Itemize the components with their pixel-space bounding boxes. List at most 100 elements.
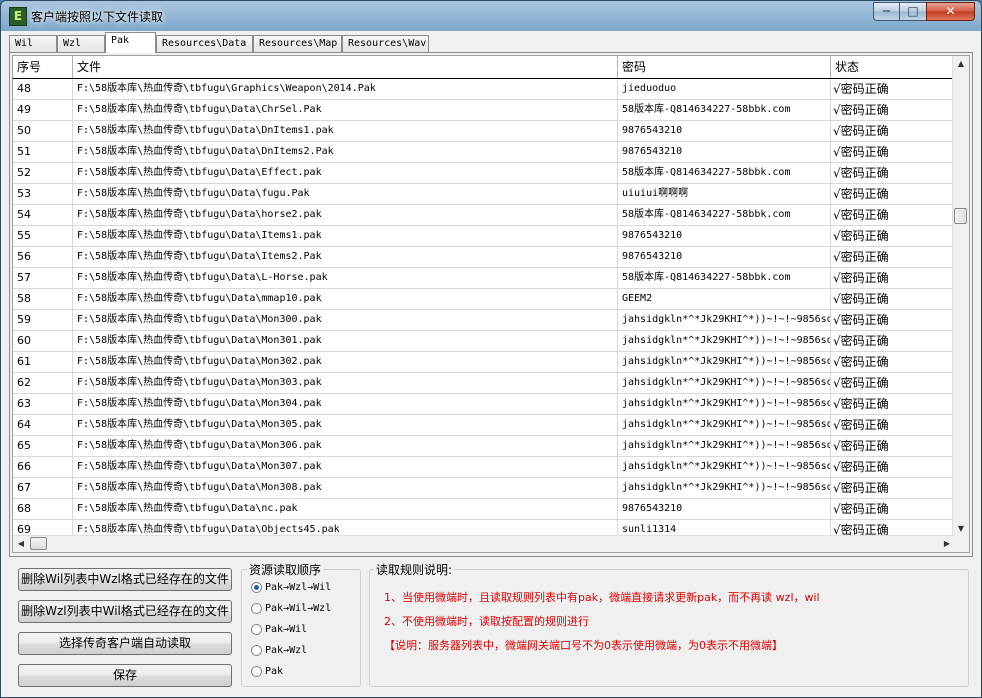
row-file-cell: F:\58版本库\热血传奇\tbfugu\Data\L-Horse.pak (73, 268, 618, 288)
row-index-cell: 57 (13, 268, 73, 288)
table-row[interactable]: 60 F:\58版本库\热血传奇\tbfugu\Data\Mon301.pak ja… (13, 331, 955, 352)
title-bar[interactable]: E 客户端按照以下文件读取 ─ □ ✕ (1, 1, 981, 31)
row-status-cell: √密码正确 (833, 376, 889, 390)
table-row[interactable]: 62 F:\58版本库\热血传奇\tbfugu\Data\Mon303.pak ja… (13, 373, 955, 394)
row-status-cell: √密码正确 (833, 460, 889, 474)
tab-wil[interactable]: Wil (9, 35, 57, 52)
scroll-up-icon[interactable]: ▲ (956, 59, 966, 69)
close-button[interactable]: ✕ (926, 2, 975, 21)
row-index-cell: 52 (13, 163, 73, 183)
scrollbar-corner (953, 536, 969, 552)
table-row[interactable]: 63 F:\58版本库\热血传奇\tbfugu\Data\Mon304.pak ja… (13, 394, 955, 415)
table-row[interactable]: 51 F:\58版本库\热血传奇\tbfugu\Data\DnItems2.Pak… (13, 142, 955, 163)
tab-wzl[interactable]: Wzl (57, 35, 105, 52)
row-file-cell: F:\58版本库\热血传奇\tbfugu\Data\DnItems2.Pak (73, 142, 618, 162)
table-header: 序号 文件 密码 状态 (13, 56, 955, 79)
minimize-button[interactable]: ─ (873, 2, 900, 21)
column-header-password[interactable]: 密码 (618, 56, 831, 78)
table-row[interactable]: 66 F:\58版本库\热血传奇\tbfugu\Data\Mon307.pak ja… (13, 457, 955, 478)
table-row[interactable]: 58 F:\58版本库\热血传奇\tbfugu\Data\mmap10.pak GE… (13, 289, 955, 310)
row-file-cell: F:\58版本库\热血传奇\tbfugu\Data\Effect.pak (73, 163, 618, 183)
scroll-down-icon[interactable]: ▼ (956, 524, 966, 534)
row-index-cell: 53 (13, 184, 73, 204)
row-password-cell: 9876543210 (618, 499, 831, 519)
row-index-cell: 62 (13, 373, 73, 393)
table-row[interactable]: 57 F:\58版本库\热血传奇\tbfugu\Data\L-Horse.pak 5… (13, 268, 955, 289)
vertical-scroll-thumb[interactable] (954, 208, 967, 224)
row-password-cell: 9876543210 (618, 121, 831, 141)
column-header-index[interactable]: 序号 (13, 56, 73, 78)
row-password-cell: jahsidgkln*^*Jk29KHI^*))~!~!~9856sd (618, 373, 831, 393)
rule-line-1: 1、当使用微端时，且读取规则列表中有pak，微端直接请求更新pak，而不再读 w… (384, 591, 820, 604)
table-row[interactable]: 68 F:\58版本库\热血传奇\tbfugu\Data\nc.pak 987654… (13, 499, 955, 520)
row-file-cell: F:\58版本库\热血传奇\tbfugu\Data\Items2.Pak (73, 247, 618, 267)
row-file-cell: F:\58版本库\热血传奇\tbfugu\Data\Mon303.pak (73, 373, 618, 393)
row-password-cell: 58版本库-Q814634227-58bbk.com (618, 268, 831, 288)
tab-resources-map[interactable]: Resources\Map (253, 35, 342, 52)
row-status-cell: √密码正确 (833, 397, 889, 411)
table-row[interactable]: 56 F:\58版本库\热血传奇\tbfugu\Data\Items2.Pak 98… (13, 247, 955, 268)
row-password-cell: 58版本库-Q814634227-58bbk.com (618, 100, 831, 120)
tab-panel: 序号 文件 密码 状态 48 F:\58版本库\热血传奇\tbfugu\Graph… (9, 52, 973, 557)
table-row[interactable]: 54 F:\58版本库\热血传奇\tbfugu\Data\horse2.pak 58… (13, 205, 955, 226)
row-file-cell: F:\58版本库\热血传奇\tbfugu\Data\Mon300.pak (73, 310, 618, 330)
rule-note: 【说明：服务器列表中，微端网关端口号不为0表示使用微端，为0表示不用微端】 (384, 639, 783, 652)
table-row[interactable]: 53 F:\58版本库\热血传奇\tbfugu\Data\fugu.Pak uiui… (13, 184, 955, 205)
table-row[interactable]: 52 F:\58版本库\热血传奇\tbfugu\Data\Effect.pak 58… (13, 163, 955, 184)
vertical-scrollbar[interactable]: ▲ ▼ (952, 56, 969, 537)
tab-pak[interactable]: Pak (105, 32, 156, 53)
order-option-pak-wil[interactable]: Pak→Wil (251, 622, 307, 638)
row-status-cell: √密码正确 (833, 250, 889, 264)
radio-icon[interactable] (251, 602, 262, 614)
row-file-cell: F:\58版本库\热血传奇\tbfugu\Data\Mon306.pak (73, 436, 618, 456)
table-row[interactable]: 64 F:\58版本库\热血传奇\tbfugu\Data\Mon305.pak ja… (13, 415, 955, 436)
row-password-cell: jahsidgkln*^*Jk29KHI^*))~!~!~9856sd (618, 436, 831, 456)
order-option-pak-wzl-wil[interactable]: Pak→Wzl→Wil (251, 580, 331, 596)
row-status-cell: √密码正确 (833, 166, 889, 180)
row-status-cell: √密码正确 (833, 355, 889, 369)
file-table[interactable]: 序号 文件 密码 状态 48 F:\58版本库\热血传奇\tbfugu\Graph… (12, 55, 970, 553)
table-row[interactable]: 55 F:\58版本库\热血传奇\tbfugu\Data\Items1.pak 98… (13, 226, 955, 247)
row-status-cell: √密码正确 (833, 292, 889, 306)
table-row[interactable]: 61 F:\58版本库\热血传奇\tbfugu\Data\Mon302.pak ja… (13, 352, 955, 373)
row-status-cell: √密码正确 (833, 439, 889, 453)
column-header-file[interactable]: 文件 (73, 56, 618, 78)
tab-resources-wav[interactable]: Resources\Wav (342, 35, 429, 52)
row-file-cell: F:\58版本库\热血传奇\tbfugu\Data\horse2.pak (73, 205, 618, 225)
maximize-button[interactable]: □ (899, 2, 927, 21)
radio-icon[interactable] (251, 644, 262, 656)
row-status-cell: √密码正确 (833, 481, 889, 495)
select-client-button[interactable]: 选择传奇客户端自动读取 (18, 632, 232, 655)
row-password-cell: jahsidgkln*^*Jk29KHI^*))~!~!~9856sd (618, 331, 831, 351)
tab-resources-data[interactable]: Resources\Data (156, 35, 253, 52)
table-row[interactable]: 50 F:\58版本库\热血传奇\tbfugu\Data\DnItems1.pak… (13, 121, 955, 142)
horizontal-scrollbar[interactable]: ◀ ▶ (13, 535, 955, 552)
order-option-pak-wzl[interactable]: Pak→Wzl (251, 643, 307, 659)
window-title: 客户端按照以下文件读取 (31, 10, 164, 24)
radio-icon[interactable] (251, 623, 262, 635)
row-index-cell: 61 (13, 352, 73, 372)
row-password-cell: 9876543210 (618, 247, 831, 267)
row-index-cell: 58 (13, 289, 73, 309)
row-index-cell: 66 (13, 457, 73, 477)
delete-wzl-duplicates-button[interactable]: 删除Wzl列表中Wil格式已经存在的文件 (18, 600, 232, 623)
row-index-cell: 55 (13, 226, 73, 246)
scroll-right-icon[interactable]: ▶ (942, 539, 952, 549)
table-row[interactable]: 59 F:\58版本库\热血传奇\tbfugu\Data\Mon300.pak ja… (13, 310, 955, 331)
radio-selected-icon[interactable] (251, 581, 262, 593)
delete-wil-duplicates-button[interactable]: 删除Wil列表中Wzl格式已经存在的文件 (18, 568, 232, 591)
scroll-left-icon[interactable]: ◀ (16, 539, 26, 549)
column-header-status[interactable]: 状态 (831, 56, 955, 78)
radio-icon[interactable] (251, 665, 262, 677)
table-row[interactable]: 48 F:\58版本库\热血传奇\tbfugu\Graphics\Weapon\2… (13, 79, 955, 100)
row-file-cell: F:\58版本库\热血传奇\tbfugu\Data\Mon308.pak (73, 478, 618, 498)
row-index-cell: 56 (13, 247, 73, 267)
table-row[interactable]: 67 F:\58版本库\热血传奇\tbfugu\Data\Mon308.pak ja… (13, 478, 955, 499)
table-row[interactable]: 49 F:\58版本库\热血传奇\tbfugu\Data\ChrSel.Pak 58… (13, 100, 955, 121)
table-row[interactable]: 65 F:\58版本库\热血传奇\tbfugu\Data\Mon306.pak ja… (13, 436, 955, 457)
order-option-pak-wil-wzl[interactable]: Pak→Wil→Wzl (251, 601, 331, 617)
save-button[interactable]: 保存 (18, 664, 232, 687)
horizontal-scroll-thumb[interactable] (30, 537, 47, 550)
row-file-cell: F:\58版本库\热血传奇\tbfugu\Data\DnItems1.pak (73, 121, 618, 141)
order-option-pak[interactable]: Pak (251, 664, 283, 680)
